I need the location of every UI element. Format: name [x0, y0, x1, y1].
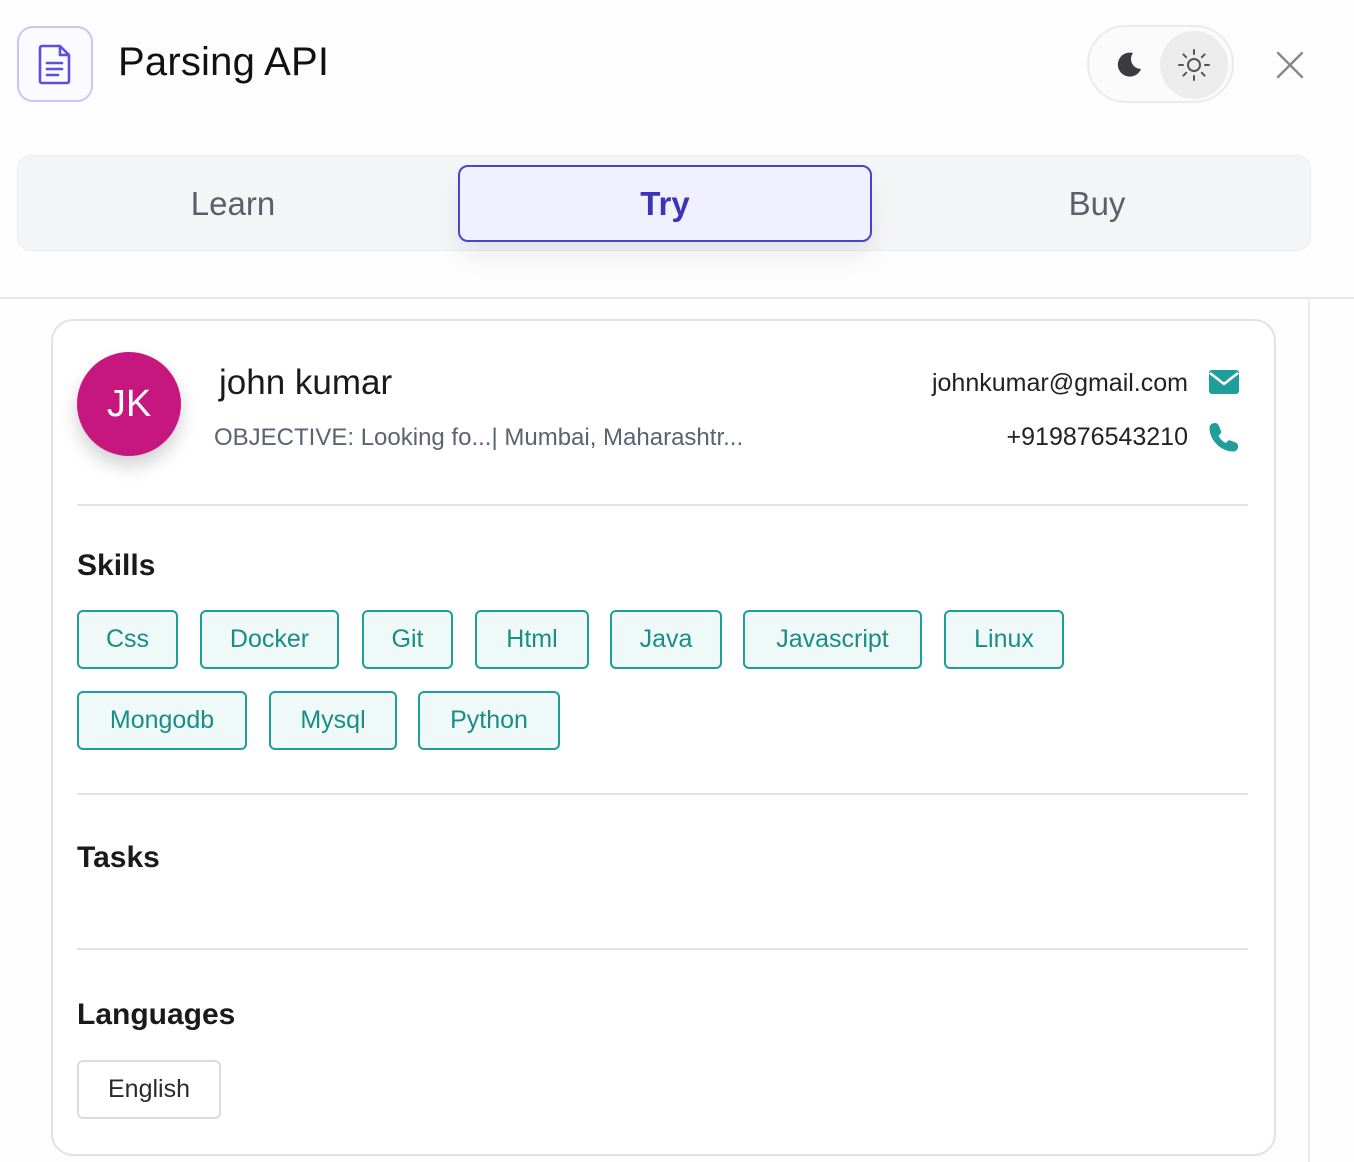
document-icon [17, 26, 93, 102]
mail-icon[interactable] [1208, 369, 1240, 400]
phone-icon[interactable] [1208, 421, 1240, 458]
panel-border [1308, 299, 1310, 1162]
tab-bar: Learn Try Buy [17, 155, 1311, 251]
resume-card: JK john kumar OBJECTIVE: Looking fo...| … [51, 319, 1276, 1156]
section-divider [77, 504, 1248, 506]
section-divider [77, 948, 1248, 950]
email-text[interactable]: johnkumar@gmail.com [932, 369, 1188, 398]
header: Parsing API [0, 0, 1354, 130]
tasks-heading: Tasks [77, 841, 160, 874]
theme-toggle[interactable] [1087, 25, 1234, 103]
skill-chip[interactable]: Html [475, 610, 589, 669]
language-chip: English [77, 1060, 221, 1119]
tab-learn[interactable]: Learn [18, 156, 448, 252]
candidate-name: john kumar [219, 363, 393, 402]
moon-icon[interactable] [1103, 38, 1155, 90]
avatar: JK [77, 352, 181, 456]
skills-heading: Skills [77, 549, 156, 582]
languages-heading: Languages [77, 998, 236, 1031]
skill-chip[interactable]: Mysql [269, 691, 397, 750]
tab-buy[interactable]: Buy [882, 156, 1312, 252]
candidate-summary: OBJECTIVE: Looking fo...| Mumbai, Mahara… [214, 424, 744, 451]
skill-chip[interactable]: Linux [944, 610, 1064, 669]
skill-chip[interactable]: Python [418, 691, 560, 750]
phone-text[interactable]: +919876543210 [1007, 423, 1188, 452]
skill-chip[interactable]: Git [362, 610, 453, 669]
skill-chip[interactable]: Docker [200, 610, 339, 669]
sun-icon[interactable] [1160, 31, 1228, 99]
skill-chip[interactable]: Css [77, 610, 178, 669]
page-title: Parsing API [118, 40, 330, 84]
skill-chip[interactable]: Java [610, 610, 722, 669]
skill-chip[interactable]: Mongodb [77, 691, 247, 750]
section-divider [77, 793, 1248, 795]
tab-try[interactable]: Try [458, 165, 872, 242]
header-divider [0, 297, 1354, 299]
close-icon[interactable] [1265, 40, 1315, 90]
skill-chip[interactable]: Javascript [743, 610, 922, 669]
